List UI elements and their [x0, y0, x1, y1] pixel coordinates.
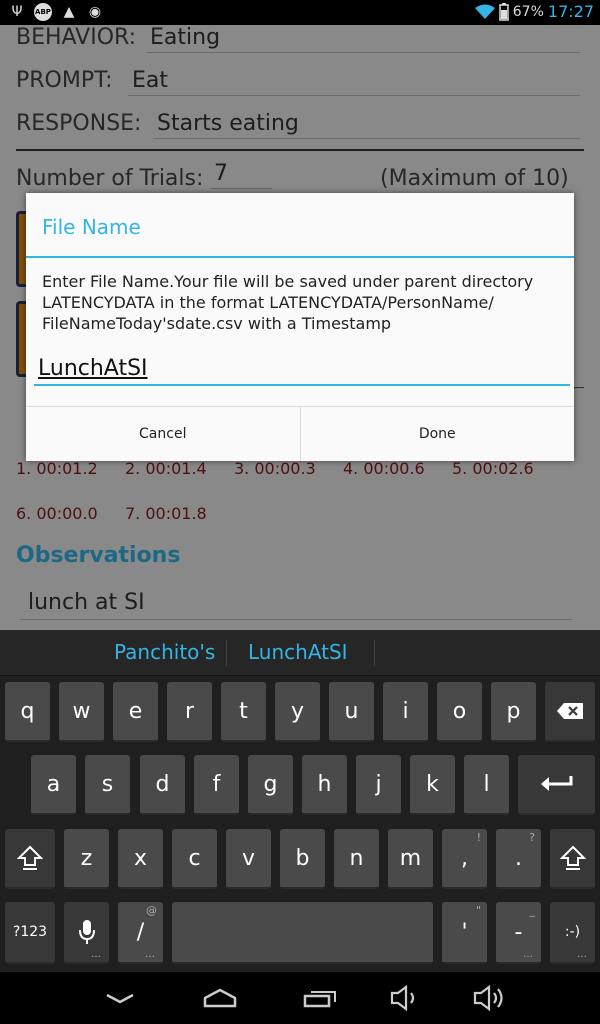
key-z[interactable]: z [64, 829, 109, 889]
key-comma-hint: ! [476, 831, 481, 844]
shift-icon [17, 845, 43, 870]
dialog-title: File Name [42, 215, 141, 239]
key-p[interactable]: p [491, 682, 536, 742]
spacebar[interactable] [172, 902, 433, 964]
key-dash-hint: _ [529, 904, 536, 917]
key-slash-hint: @ [146, 904, 157, 917]
clock: 17:27 [547, 2, 594, 21]
warning-icon: ▲ [63, 4, 75, 20]
back-icon [106, 993, 134, 1004]
wifi-icon [474, 4, 495, 19]
key-g[interactable]: g [248, 755, 293, 815]
volume-up-icon [473, 984, 503, 1012]
battery-percent: 67% [512, 3, 544, 20]
key-r[interactable]: r [167, 682, 212, 742]
key-dash-label: - [514, 919, 523, 945]
smiley-key-label: :-) [564, 924, 581, 940]
recent-apps-button[interactable] [300, 982, 340, 1014]
key-comma-label: , [461, 845, 468, 871]
key-period-label: . [515, 845, 522, 871]
volume-up-button[interactable] [470, 982, 510, 1014]
shift-icon [559, 845, 586, 870]
suggestion-divider [226, 640, 227, 666]
backspace-key[interactable] [545, 682, 595, 742]
notification-icons: Ψ ABP ▲ ◉ [8, 3, 104, 21]
smiley-key[interactable]: :-) … [550, 902, 595, 964]
shift-key-left[interactable] [5, 829, 55, 889]
numbers-key[interactable]: ?123 [5, 902, 55, 964]
more-options-icon: … [523, 949, 533, 960]
key-u[interactable]: u [329, 682, 374, 742]
key-s[interactable]: s [85, 755, 130, 815]
key-i[interactable]: i [383, 682, 428, 742]
key-period[interactable]: . ? [496, 829, 541, 889]
key-o[interactable]: o [437, 682, 482, 742]
file-name-dialog: File Name Enter File Name.Your file will… [26, 193, 574, 461]
soft-keyboard: Panchito's LunchAtSI q w e r t y u i o p… [0, 630, 600, 972]
cancel-button[interactable]: Cancel [26, 407, 300, 461]
key-t[interactable]: t [221, 682, 266, 742]
key-e[interactable]: e [113, 682, 158, 742]
android-debug-icon: ◉ [88, 4, 102, 20]
dialog-message: Enter File Name.Your file will be saved … [42, 272, 534, 333]
home-button[interactable] [200, 982, 240, 1014]
more-options-icon: … [91, 949, 101, 960]
key-comma[interactable]: , ! [442, 829, 487, 889]
key-period-hint: ? [529, 831, 535, 844]
volume-down-button[interactable] [385, 982, 425, 1014]
battery-icon [499, 2, 509, 21]
key-n[interactable]: n [334, 829, 379, 889]
key-slash-label: / [136, 919, 145, 945]
file-name-input[interactable] [34, 353, 570, 386]
key-j[interactable]: j [356, 755, 401, 815]
enter-icon [540, 776, 572, 791]
backspace-icon [557, 703, 583, 719]
key-d[interactable]: d [140, 755, 185, 815]
adblock-icon: ABP [34, 3, 52, 21]
status-right: 67% 17:27 [474, 2, 594, 21]
key-apostrophe-label: ' [461, 919, 468, 945]
volume-down-icon [390, 984, 415, 1012]
key-apostrophe[interactable]: ' " [442, 902, 487, 964]
more-options-icon: … [145, 949, 155, 960]
dialog-title-divider [26, 256, 574, 258]
back-button[interactable] [100, 982, 140, 1014]
more-options-icon: … [577, 949, 587, 960]
navigation-bar [0, 972, 600, 1024]
microphone-icon [78, 920, 95, 944]
suggestion-strip: Panchito's LunchAtSI [0, 630, 600, 676]
key-w[interactable]: w [59, 682, 104, 742]
key-slash[interactable]: / @ … [118, 902, 163, 964]
key-x[interactable]: x [118, 829, 163, 889]
suggestion-divider [374, 640, 375, 666]
key-b[interactable]: b [280, 829, 325, 889]
key-q[interactable]: q [5, 682, 50, 742]
key-k[interactable]: k [410, 755, 455, 815]
done-button[interactable]: Done [299, 407, 575, 461]
enter-key[interactable] [518, 755, 595, 815]
dialog-button-bar: Cancel Done [26, 406, 574, 461]
recent-apps-icon [303, 991, 336, 1008]
usb-icon: Ψ [11, 4, 23, 20]
shift-key-right[interactable] [550, 829, 595, 889]
status-bar: Ψ ABP ▲ ◉ 67% 17:27 [0, 0, 600, 25]
home-icon [203, 988, 237, 1008]
key-f[interactable]: f [194, 755, 239, 815]
voice-input-key[interactable]: … [64, 902, 109, 964]
key-y[interactable]: y [275, 682, 320, 742]
key-v[interactable]: v [226, 829, 271, 889]
key-a[interactable]: a [31, 755, 76, 815]
key-dash[interactable]: - _ … [496, 902, 541, 964]
key-c[interactable]: c [172, 829, 217, 889]
key-l[interactable]: l [464, 755, 509, 815]
key-h[interactable]: h [302, 755, 347, 815]
key-m[interactable]: m [388, 829, 433, 889]
suggestion-item[interactable]: LunchAtSI [248, 640, 348, 664]
suggestion-item[interactable]: Panchito's [114, 640, 215, 664]
key-apostrophe-hint: " [475, 904, 481, 917]
